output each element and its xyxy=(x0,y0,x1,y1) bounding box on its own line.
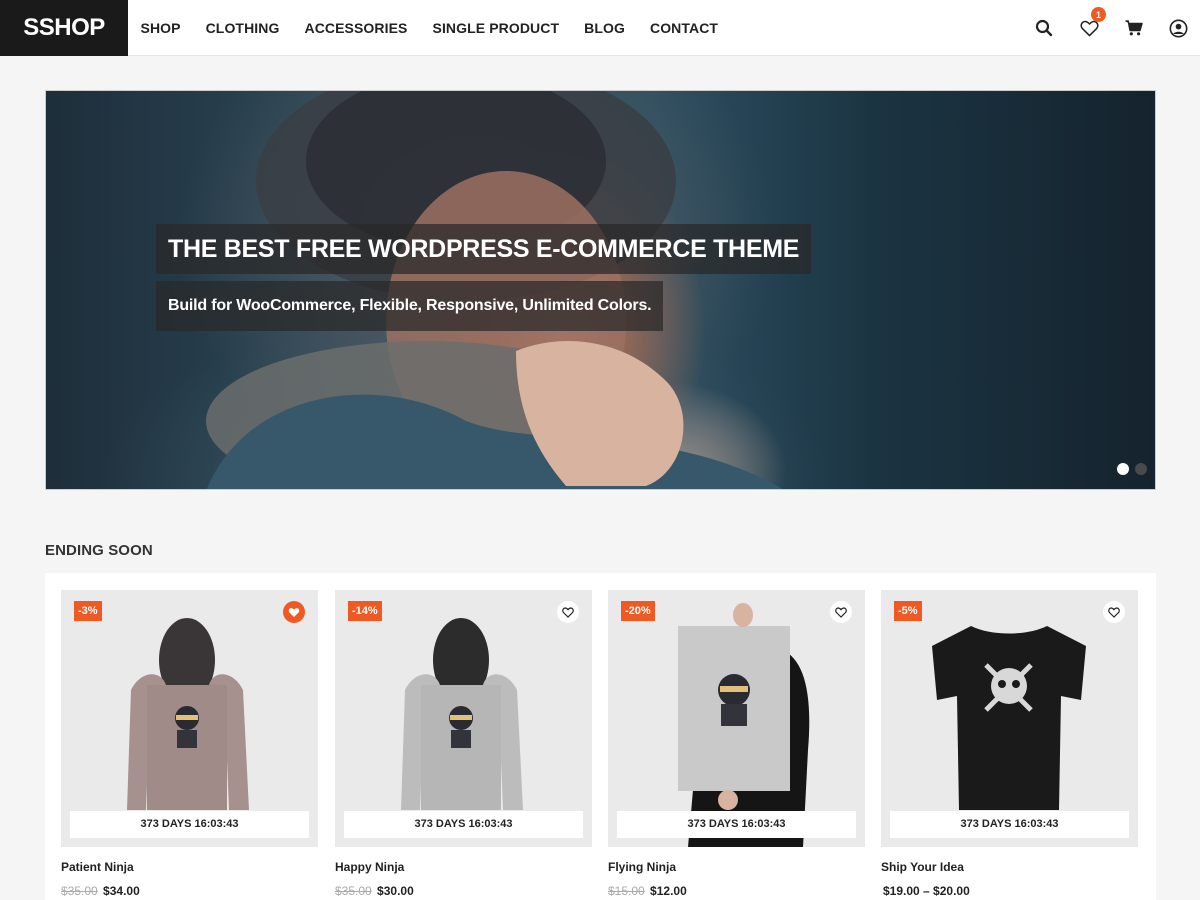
nav-item-accessories[interactable]: ACCESSORIES xyxy=(292,20,420,36)
sale-price: $34.00 xyxy=(103,884,140,898)
countdown-timer: 373 DAYS 16:03:43 xyxy=(617,811,856,838)
hoodie-image xyxy=(401,618,523,810)
product-name[interactable]: Ship Your Idea xyxy=(881,860,964,874)
product-card: -20% 373 DAYS 16:03:43 Flying Ninja $15.… xyxy=(608,590,865,898)
discount-badge: -20% xyxy=(621,601,655,621)
hero-slider[interactable]: THE BEST FREE WORDPRESS E-COMMERCE THEME… xyxy=(45,90,1156,490)
poster-image xyxy=(678,603,810,847)
tshirt-image xyxy=(932,626,1086,810)
cart-icon[interactable] xyxy=(1122,16,1146,40)
countdown-timer: 373 DAYS 16:03:43 xyxy=(70,811,309,838)
sale-price: $30.00 xyxy=(377,884,414,898)
products-grid: -3% 373 DAYS 16:03:43 Patient Ninja $35.… xyxy=(45,573,1156,900)
main-nav: SHOP CLOTHING ACCESSORIES SINGLE PRODUCT… xyxy=(128,0,731,56)
wishlist-toggle[interactable] xyxy=(283,601,305,623)
slider-dot-1[interactable] xyxy=(1117,463,1129,475)
wishlist-button[interactable]: 1 xyxy=(1077,7,1106,40)
wishlist-count-badge: 1 xyxy=(1091,7,1106,22)
product-card: -3% 373 DAYS 16:03:43 Patient Ninja $35.… xyxy=(61,590,318,898)
heart-icon xyxy=(562,606,574,618)
nav-item-clothing[interactable]: CLOTHING xyxy=(193,20,292,36)
hoodie-image xyxy=(127,618,249,810)
product-price: $35.00 $30.00 xyxy=(335,884,414,898)
slider-dots xyxy=(1117,463,1147,475)
nav-item-contact[interactable]: CONTACT xyxy=(637,20,730,36)
site-logo[interactable]: SSHOP xyxy=(0,0,128,56)
wishlist-toggle[interactable] xyxy=(1103,601,1125,623)
product-name[interactable]: Flying Ninja xyxy=(608,860,676,874)
old-price: $35.00 xyxy=(61,884,98,898)
wishlist-toggle[interactable] xyxy=(830,601,852,623)
sale-price: $19.00 – $20.00 xyxy=(883,884,970,898)
user-icon[interactable] xyxy=(1166,16,1190,40)
heart-icon xyxy=(288,607,300,617)
countdown-timer: 373 DAYS 16:03:43 xyxy=(890,811,1129,838)
wishlist-toggle[interactable] xyxy=(557,601,579,623)
product-name[interactable]: Happy Ninja xyxy=(335,860,404,874)
discount-badge: -3% xyxy=(74,601,102,621)
discount-badge: -5% xyxy=(894,601,922,621)
product-card: -5% 373 DAYS 16:03:43 Ship Your Idea $19… xyxy=(881,590,1138,898)
section-title: ENDING SOON xyxy=(45,542,153,559)
product-image[interactable]: -20% 373 DAYS 16:03:43 xyxy=(608,590,865,847)
hero-subtitle: Build for WooCommerce, Flexible, Respons… xyxy=(156,281,664,331)
product-price: $19.00 – $20.00 xyxy=(881,884,970,898)
heart-icon xyxy=(1079,20,1099,36)
countdown-timer: 373 DAYS 16:03:43 xyxy=(344,811,583,838)
product-price: $15.00 $12.00 xyxy=(608,884,687,898)
old-price: $15.00 xyxy=(608,884,645,898)
nav-item-shop[interactable]: SHOP xyxy=(128,20,193,36)
product-image[interactable]: -5% 373 DAYS 16:03:43 xyxy=(881,590,1138,847)
sale-price: $12.00 xyxy=(650,884,687,898)
slider-dot-2[interactable] xyxy=(1135,463,1147,475)
product-image[interactable]: -3% 373 DAYS 16:03:43 xyxy=(61,590,318,847)
product-name[interactable]: Patient Ninja xyxy=(61,860,134,874)
old-price: $35.00 xyxy=(335,884,372,898)
heart-icon xyxy=(835,606,847,618)
search-icon[interactable] xyxy=(1032,16,1056,40)
product-price: $35.00 $34.00 xyxy=(61,884,140,898)
nav-item-blog[interactable]: BLOG xyxy=(572,20,638,36)
heart-icon xyxy=(1108,606,1120,618)
site-header: SSHOP SHOP CLOTHING ACCESSORIES SINGLE P… xyxy=(0,0,1200,56)
discount-badge: -14% xyxy=(348,601,382,621)
hero-title: THE BEST FREE WORDPRESS E-COMMERCE THEME xyxy=(156,224,812,274)
product-image[interactable]: -14% 373 DAYS 16:03:43 xyxy=(335,590,592,847)
nav-item-single-product[interactable]: SINGLE PRODUCT xyxy=(420,20,572,36)
product-card: -14% 373 DAYS 16:03:43 Happy Ninja $35.0… xyxy=(335,590,592,898)
